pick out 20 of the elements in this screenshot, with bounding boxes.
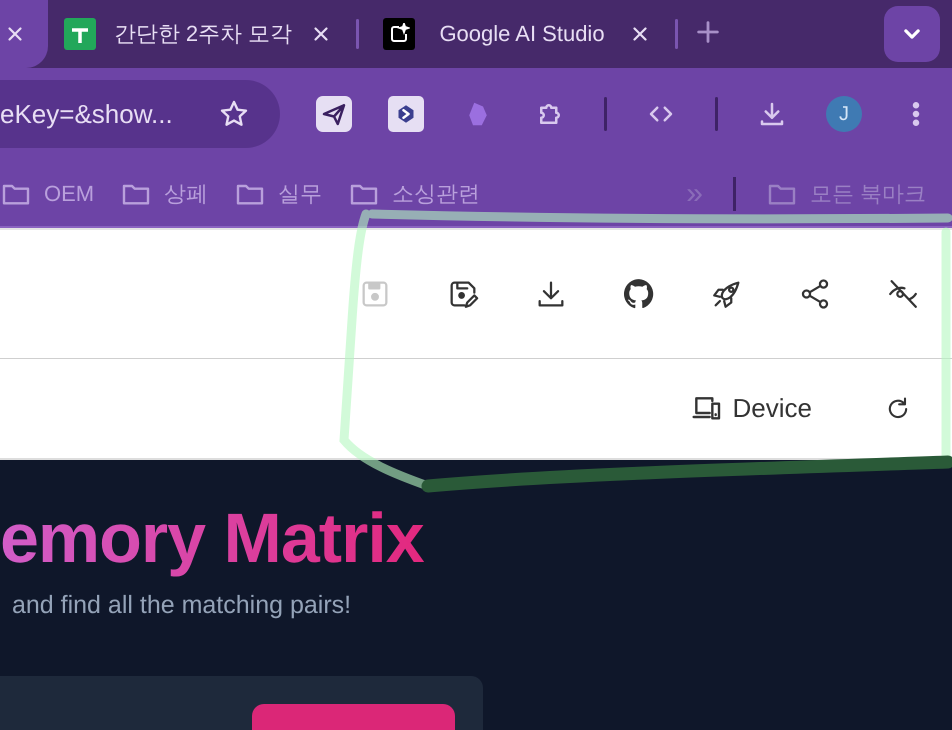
game-subtitle: and find all the matching pairs! bbox=[12, 590, 352, 620]
browser-tab[interactable] bbox=[0, 0, 48, 68]
bookmark-item[interactable]: 소싱관련 bbox=[348, 178, 480, 210]
bookmark-item[interactable]: OEM bbox=[0, 178, 94, 210]
bookmark-item[interactable]: 상페 bbox=[120, 178, 208, 210]
browser-tab[interactable]: 간단한 2주차 모각 bbox=[48, 0, 348, 68]
graph-icon[interactable] bbox=[388, 96, 424, 132]
url-text: eKey=&show... bbox=[0, 98, 173, 130]
address-bar[interactable]: eKey=&show... bbox=[0, 80, 280, 148]
tab-search-button[interactable] bbox=[884, 6, 940, 62]
browser-tab[interactable]: Google AI Studio bbox=[367, 0, 667, 68]
profile-avatar[interactable]: J bbox=[826, 96, 862, 132]
device-button[interactable]: Device bbox=[684, 392, 818, 426]
sheets-icon bbox=[64, 18, 96, 50]
bookmark-item[interactable]: 실무 bbox=[234, 178, 322, 210]
all-bookmarks[interactable]: 모든 북마크 bbox=[766, 178, 926, 210]
sparkle-icon bbox=[383, 18, 415, 50]
bookmarks-overflow[interactable]: » bbox=[686, 177, 703, 211]
chevron-icon bbox=[904, 29, 920, 39]
paper-plane-icon[interactable] bbox=[316, 96, 352, 132]
